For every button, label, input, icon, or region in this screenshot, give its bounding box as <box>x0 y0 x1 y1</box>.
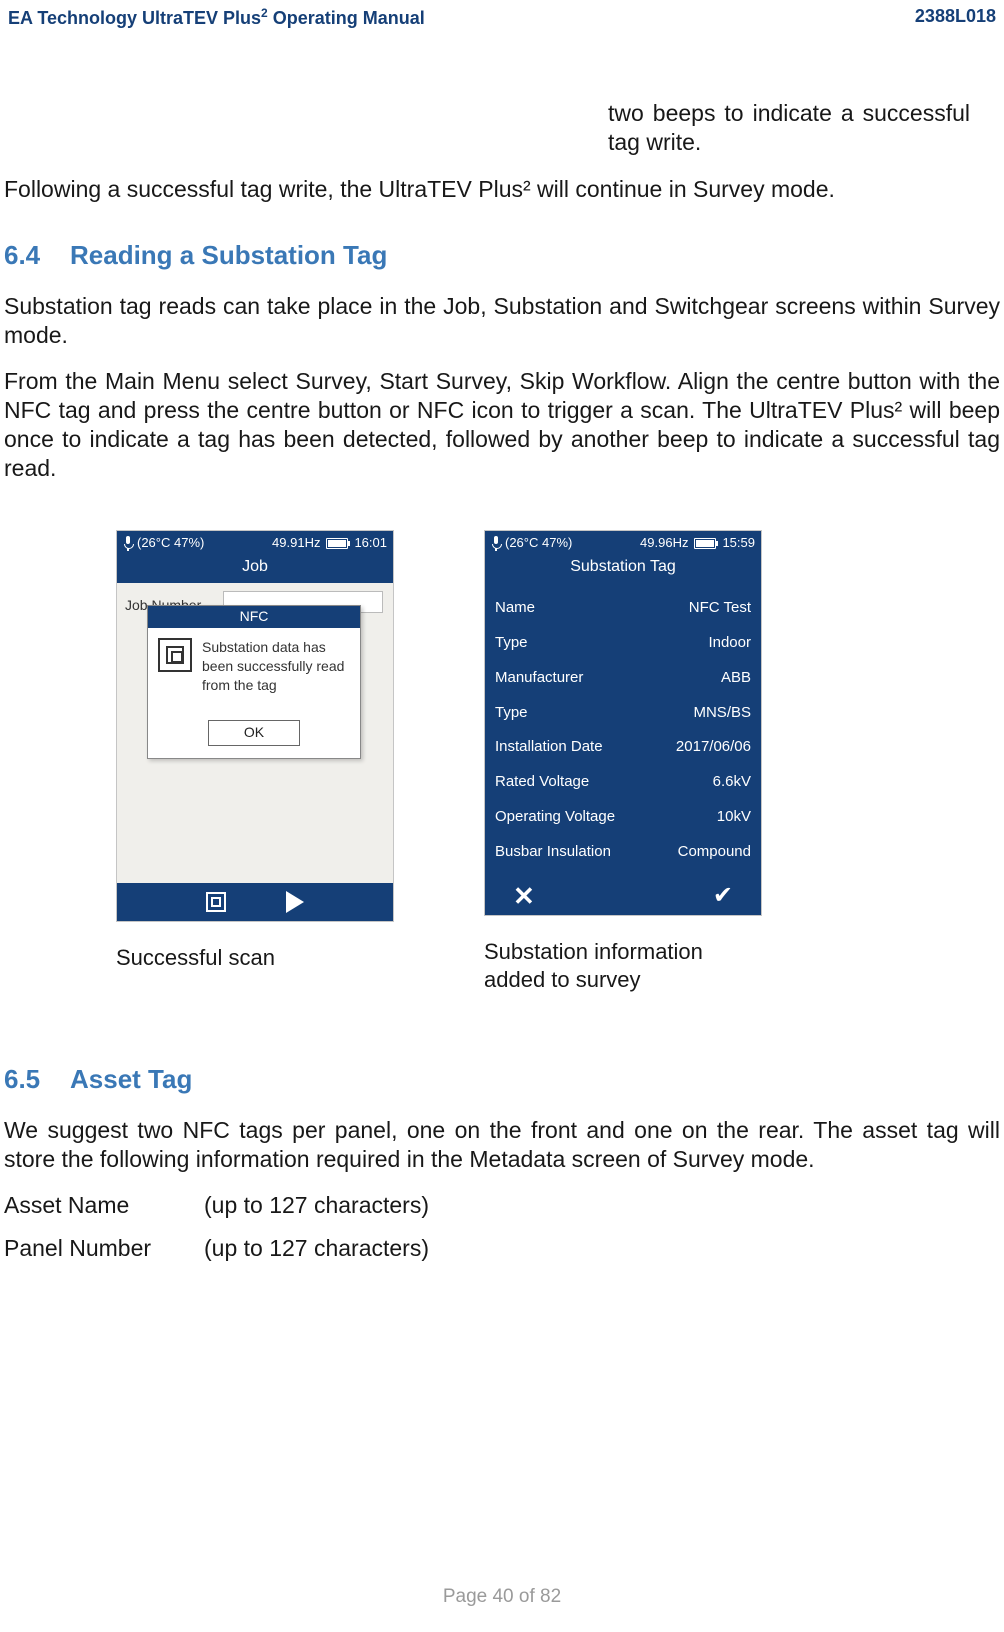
heading-6-5: 6.5Asset Tag <box>4 1063 1000 1096</box>
bottom-bar <box>117 883 393 921</box>
field-key: Installation Date <box>495 738 603 757</box>
heading-num: 6.4 <box>4 239 70 272</box>
table-row: Name NFC Test <box>495 591 751 626</box>
list-item: Asset Name (up to 127 characters) <box>4 1191 1000 1220</box>
header-docnum: 2388L018 <box>915 6 996 29</box>
header-sup: 2 <box>261 6 268 20</box>
table-row: Installation Date 2017/06/06 <box>495 730 751 765</box>
figure-right: (26°C 47%) 49.96Hz 15:59 Substation Tag … <box>484 530 762 993</box>
check-icon[interactable]: ✔ <box>713 881 733 911</box>
device-screenshot-substation-tag: (26°C 47%) 49.96Hz 15:59 Substation Tag … <box>484 530 762 916</box>
paragraph: Following a successful tag write, the Ul… <box>4 175 1000 204</box>
paragraph: From the Main Menu select Survey, Start … <box>4 367 1000 482</box>
header-title-prefix: EA Technology UltraTEV Plus <box>8 8 261 28</box>
battery-icon <box>326 538 348 549</box>
continued-paragraph: two beeps to indicate a successful tag w… <box>608 99 970 157</box>
nfc-dialog: NFC Substation data has been successfull… <box>147 605 361 759</box>
heading-title: Reading a Substation Tag <box>70 240 387 270</box>
bottom-bar: ✕ ✔ <box>485 877 761 915</box>
attr-key: Panel Number <box>4 1234 204 1263</box>
mic-icon <box>491 536 501 550</box>
field-key: Name <box>495 599 535 618</box>
play-icon[interactable] <box>286 891 304 913</box>
field-key: Operating Voltage <box>495 808 615 827</box>
field-key: Rated Voltage <box>495 773 589 792</box>
figure-caption: Successful scan <box>116 944 394 972</box>
status-bar: (26°C 47%) 49.96Hz 15:59 <box>485 531 761 555</box>
attr-val: (up to 127 characters) <box>204 1234 429 1263</box>
tag-fields-table: NameNFC Test TypeIndoor ManufacturerABB … <box>485 583 761 877</box>
status-time: 16:01 <box>354 535 387 551</box>
heading-6-4: 6.4Reading a Substation Tag <box>4 239 1000 272</box>
heading-title: Asset Tag <box>70 1064 192 1094</box>
screen-title: Job <box>117 555 393 583</box>
status-temp: (26°C 47%) <box>505 535 572 551</box>
table-row: Busbar Insulation Compound <box>495 835 751 870</box>
caption-line: added to survey <box>484 967 641 992</box>
table-row: Rated Voltage 6.6kV <box>495 765 751 800</box>
list-item: Panel Number (up to 127 characters) <box>4 1234 1000 1263</box>
header-title-suffix: Operating Manual <box>268 8 425 28</box>
field-val: 10kV <box>717 808 751 827</box>
asset-attr-list: Asset Name (up to 127 characters) Panel … <box>4 1191 1000 1263</box>
page-header: EA Technology UltraTEV Plus2 Operating M… <box>0 0 1004 29</box>
status-freq: 49.91Hz <box>272 535 320 551</box>
field-val: 2017/06/06 <box>676 738 751 757</box>
screen-title: Substation Tag <box>485 555 761 583</box>
table-row: Manufacturer ABB <box>495 661 751 696</box>
field-key: Manufacturer <box>495 669 583 688</box>
figure-caption: Substation information added to survey <box>484 938 762 993</box>
dialog-message: Substation data has been successfully re… <box>202 638 350 695</box>
field-val: ABB <box>721 669 751 688</box>
close-icon[interactable]: ✕ <box>513 883 535 909</box>
nfc-scan-icon[interactable] <box>206 892 226 912</box>
field-val: Compound <box>678 843 751 862</box>
field-val: Indoor <box>708 634 751 653</box>
battery-icon <box>694 538 716 549</box>
field-key: Busbar Insulation <box>495 843 611 862</box>
header-left: EA Technology UltraTEV Plus2 Operating M… <box>8 6 425 29</box>
screen-body: NameNFC Test TypeIndoor ManufacturerABB … <box>485 583 761 877</box>
heading-num: 6.5 <box>4 1063 70 1096</box>
figure-left: (26°C 47%) 49.91Hz 16:01 Job Job Number <box>116 530 394 972</box>
table-row: Type Indoor <box>495 626 751 661</box>
table-row: Operating Voltage 10kV <box>495 800 751 835</box>
paragraph: We suggest two NFC tags per panel, one o… <box>4 1116 1000 1174</box>
nfc-icon <box>158 638 192 672</box>
status-freq: 49.96Hz <box>640 535 688 551</box>
ok-button[interactable]: OK <box>208 720 300 746</box>
device-screenshot-job: (26°C 47%) 49.91Hz 16:01 Job Job Number <box>116 530 394 922</box>
field-val: NFC Test <box>689 599 751 618</box>
page-footer: Page 40 of 82 <box>0 1586 1004 1608</box>
field-val: 6.6kV <box>713 773 751 792</box>
paragraph: Substation tag reads can take place in t… <box>4 292 1000 350</box>
attr-val: (up to 127 characters) <box>204 1191 429 1220</box>
status-time: 15:59 <box>722 535 755 551</box>
status-temp: (26°C 47%) <box>137 535 204 551</box>
attr-key: Asset Name <box>4 1191 204 1220</box>
caption-line: Substation information <box>484 939 703 964</box>
status-bar: (26°C 47%) 49.91Hz 16:01 <box>117 531 393 555</box>
mic-icon <box>123 536 133 550</box>
field-val: MNS/BS <box>693 704 751 723</box>
figures-row: (26°C 47%) 49.91Hz 16:01 Job Job Number <box>116 530 1000 993</box>
screen-body: Job Number NFC Substation data has been … <box>117 583 393 883</box>
field-key: Type <box>495 634 528 653</box>
table-row: Type MNS/BS <box>495 696 751 731</box>
field-key: Type <box>495 704 528 723</box>
dialog-title: NFC <box>148 606 360 628</box>
